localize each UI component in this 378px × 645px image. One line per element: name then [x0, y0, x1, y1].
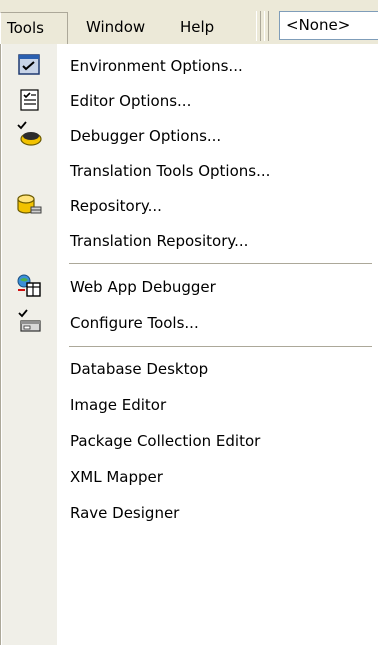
debugger-options-icon [14, 121, 44, 149]
toolbar-grip[interactable] [264, 11, 269, 41]
menu-item-label: Database Desktop [70, 360, 209, 378]
menu-item-package-collection-editor[interactable]: Package Collection Editor [1, 422, 378, 458]
menu-item-label: Image Editor [70, 396, 167, 414]
menu-item-web-app-debugger[interactable]: Web App Debugger [1, 268, 378, 304]
menu-item-translation-repository[interactable]: Translation Repository... [1, 222, 378, 258]
menu-window[interactable]: Window [86, 12, 145, 44]
menu-item-database-desktop[interactable]: Database Desktop [1, 350, 378, 386]
menu-item-label: Environment Options... [70, 57, 243, 75]
web-app-debugger-icon [14, 272, 44, 300]
editor-options-icon [14, 86, 44, 114]
menu-item-label: Translation Repository... [70, 232, 249, 250]
toolbar-separator [256, 11, 261, 41]
menu-separator [69, 263, 372, 265]
menu-item-label: Repository... [70, 197, 162, 215]
menu-help[interactable]: Help [180, 12, 214, 44]
menu-bar: Tools Window Help <None> [0, 0, 378, 45]
menu-item-label: Rave Designer [70, 504, 180, 522]
menu-item-translation-tools-options[interactable]: Translation Tools Options... [1, 152, 378, 188]
environment-options-icon [14, 51, 44, 79]
configure-tools-icon [14, 308, 44, 336]
menu-item-xml-mapper[interactable]: XML Mapper [1, 458, 378, 494]
menu-item-rave-designer[interactable]: Rave Designer [1, 494, 378, 530]
menu-item-label: Debugger Options... [70, 127, 222, 145]
menu-item-configure-tools[interactable]: Configure Tools... [1, 304, 378, 340]
menu-item-label: Package Collection Editor [70, 432, 261, 450]
menu-tools[interactable]: Tools [0, 12, 68, 44]
menu-item-label: Editor Options... [70, 92, 192, 110]
repository-icon [14, 191, 44, 219]
menu-item-image-editor[interactable]: Image Editor [1, 386, 378, 422]
menu-item-label: XML Mapper [70, 468, 163, 486]
tools-dropdown: Environment Options... Editor Options...… [0, 44, 378, 645]
menu-item-label: Web App Debugger [70, 278, 216, 296]
menu-item-label: Translation Tools Options... [70, 162, 271, 180]
menu-item-debugger-options[interactable]: Debugger Options... [1, 117, 378, 153]
menu-separator [69, 346, 372, 348]
desktop-combo[interactable]: <None> [279, 11, 378, 40]
menu-item-environment-options[interactable]: Environment Options... [1, 47, 378, 83]
menu-item-label: Configure Tools... [70, 314, 199, 332]
menu-item-editor-options[interactable]: Editor Options... [1, 82, 378, 118]
menu-item-repository[interactable]: Repository... [1, 187, 378, 223]
